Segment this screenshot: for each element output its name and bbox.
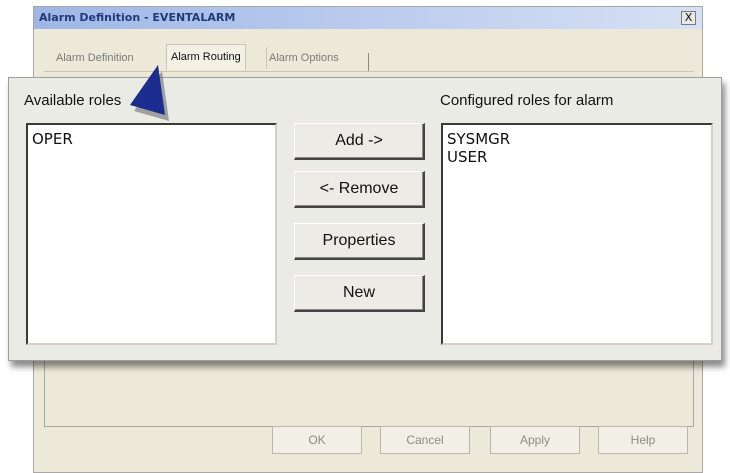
configured-roles-list[interactable]: SYSMGR USER <box>441 123 713 345</box>
window-title: Alarm Definition - EVENTALARM <box>39 11 236 24</box>
configured-roles-label: Configured roles for alarm <box>440 92 614 109</box>
properties-button[interactable]: Properties <box>294 223 425 260</box>
callout-pointer-icon <box>130 65 169 121</box>
tab-content-panel <box>44 357 694 427</box>
apply-button[interactable]: Apply <box>490 426 580 454</box>
available-roles-label: Available roles <box>24 92 122 109</box>
cancel-button[interactable]: Cancel <box>380 426 470 454</box>
new-button[interactable]: New <box>294 275 425 312</box>
remove-button[interactable]: <- Remove <box>294 171 425 208</box>
help-button[interactable]: Help <box>598 426 688 454</box>
alarm-routing-zoom-panel: Available roles Configured roles for ala… <box>8 77 722 361</box>
close-button[interactable]: X <box>681 11 696 25</box>
ok-button[interactable]: OK <box>272 426 362 454</box>
list-item[interactable]: USER <box>443 148 711 166</box>
list-item[interactable]: SYSMGR <box>443 130 711 148</box>
tab-divider <box>368 53 369 71</box>
available-roles-list[interactable]: OPER <box>26 123 277 345</box>
add-button[interactable]: Add -> <box>294 123 425 160</box>
title-bar: Alarm Definition - EVENTALARM X <box>34 7 702 29</box>
tab-alarm-options[interactable]: Alarm Options <box>266 47 339 69</box>
list-item[interactable]: OPER <box>28 130 275 148</box>
